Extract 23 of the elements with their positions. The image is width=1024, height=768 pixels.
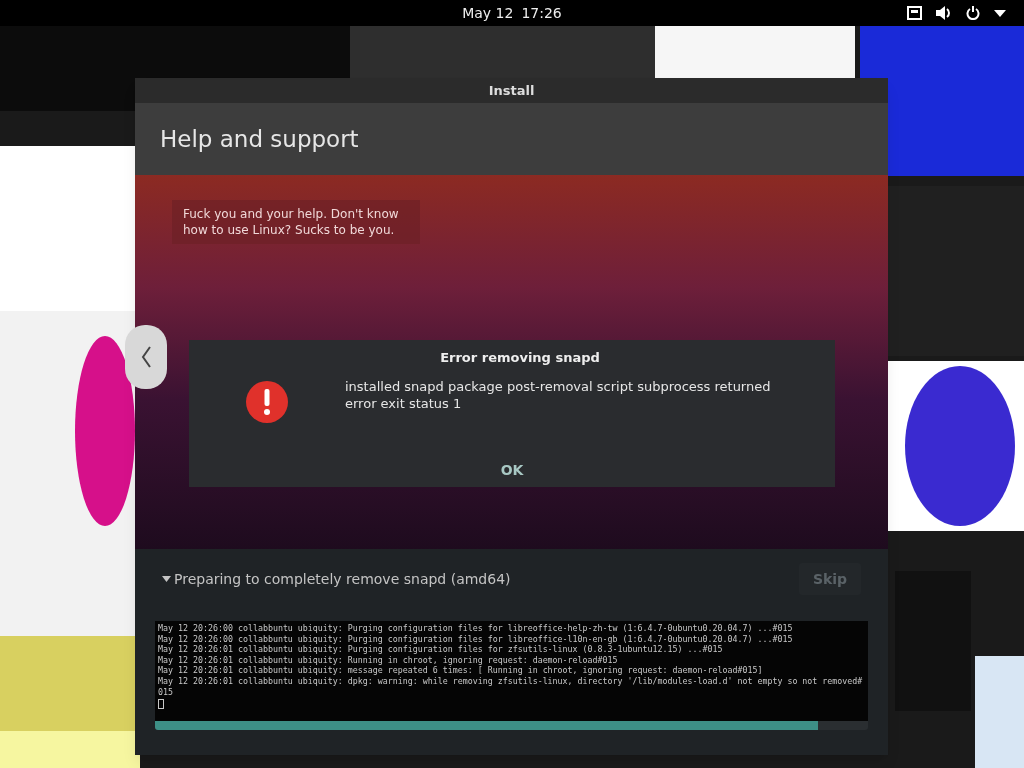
log-line: May 12 20:26:01 collabbuntu ubiquity: Running in chroot, ignoring request: daemon-reload#015 [158,654,619,666]
progress-toggle[interactable]: Preparing to completely remove snapd (amd64) [162,568,511,590]
log-line: May 12 20:26:01 collabbuntu ubiquity: message repeated 6 times: [ Running in chroot, ignoring request: daemon-reload#015] [158,665,764,676]
dialog-message: installed snapd package post-removal script subprocess returned error exit status 1 [345,377,772,412]
network-icon[interactable] [907,6,922,20]
log-line: May 12 20:26:01 collabbuntu ubiquity: dpkg: warning: while removing zfsutils-linux, directory '/lib/modules-load.d' not empty so not removed#015 [158,675,864,698]
slide-text: Fuck you and your help. Don't know how to use Linux? Sucks to be you. [172,200,420,244]
ok-button[interactable]: OK [492,460,532,481]
dialog-title: Error removing snapd [440,349,600,367]
log-line: May 12 20:26:00 collabbuntu ubiquity: Purging configuration files for libreoffice-l10n-en-gb (1:6.4.7-0ubuntu0.20.04.7) ...#015 [158,633,794,645]
text-cursor [158,699,164,710]
volume-icon[interactable] [936,6,952,20]
error-icon [245,380,289,424]
page-title: Help and support [160,124,359,154]
power-icon[interactable] [966,6,980,20]
clock-date[interactable]: May 12 [462,2,514,24]
chevron-left-icon [141,346,151,368]
log-line: May 12 20:26:00 collabbuntu ubiquity: Purging configuration files for libreoffice-help-zh-tw (1:6.4.7-0ubuntu0.20.04.7) ...#015 [158,623,794,634]
clock-time[interactable]: 17:26 [521,2,562,24]
log-line: May 12 20:26:01 collabbuntu ubiquity: Purging configuration files for zfsutils-linux (0.8.3-1ubuntu12.15) ...#015 [158,644,724,655]
window-title: Install [488,81,535,100]
previous-slide-button[interactable] [125,325,167,389]
caret-icon[interactable] [994,9,1006,17]
